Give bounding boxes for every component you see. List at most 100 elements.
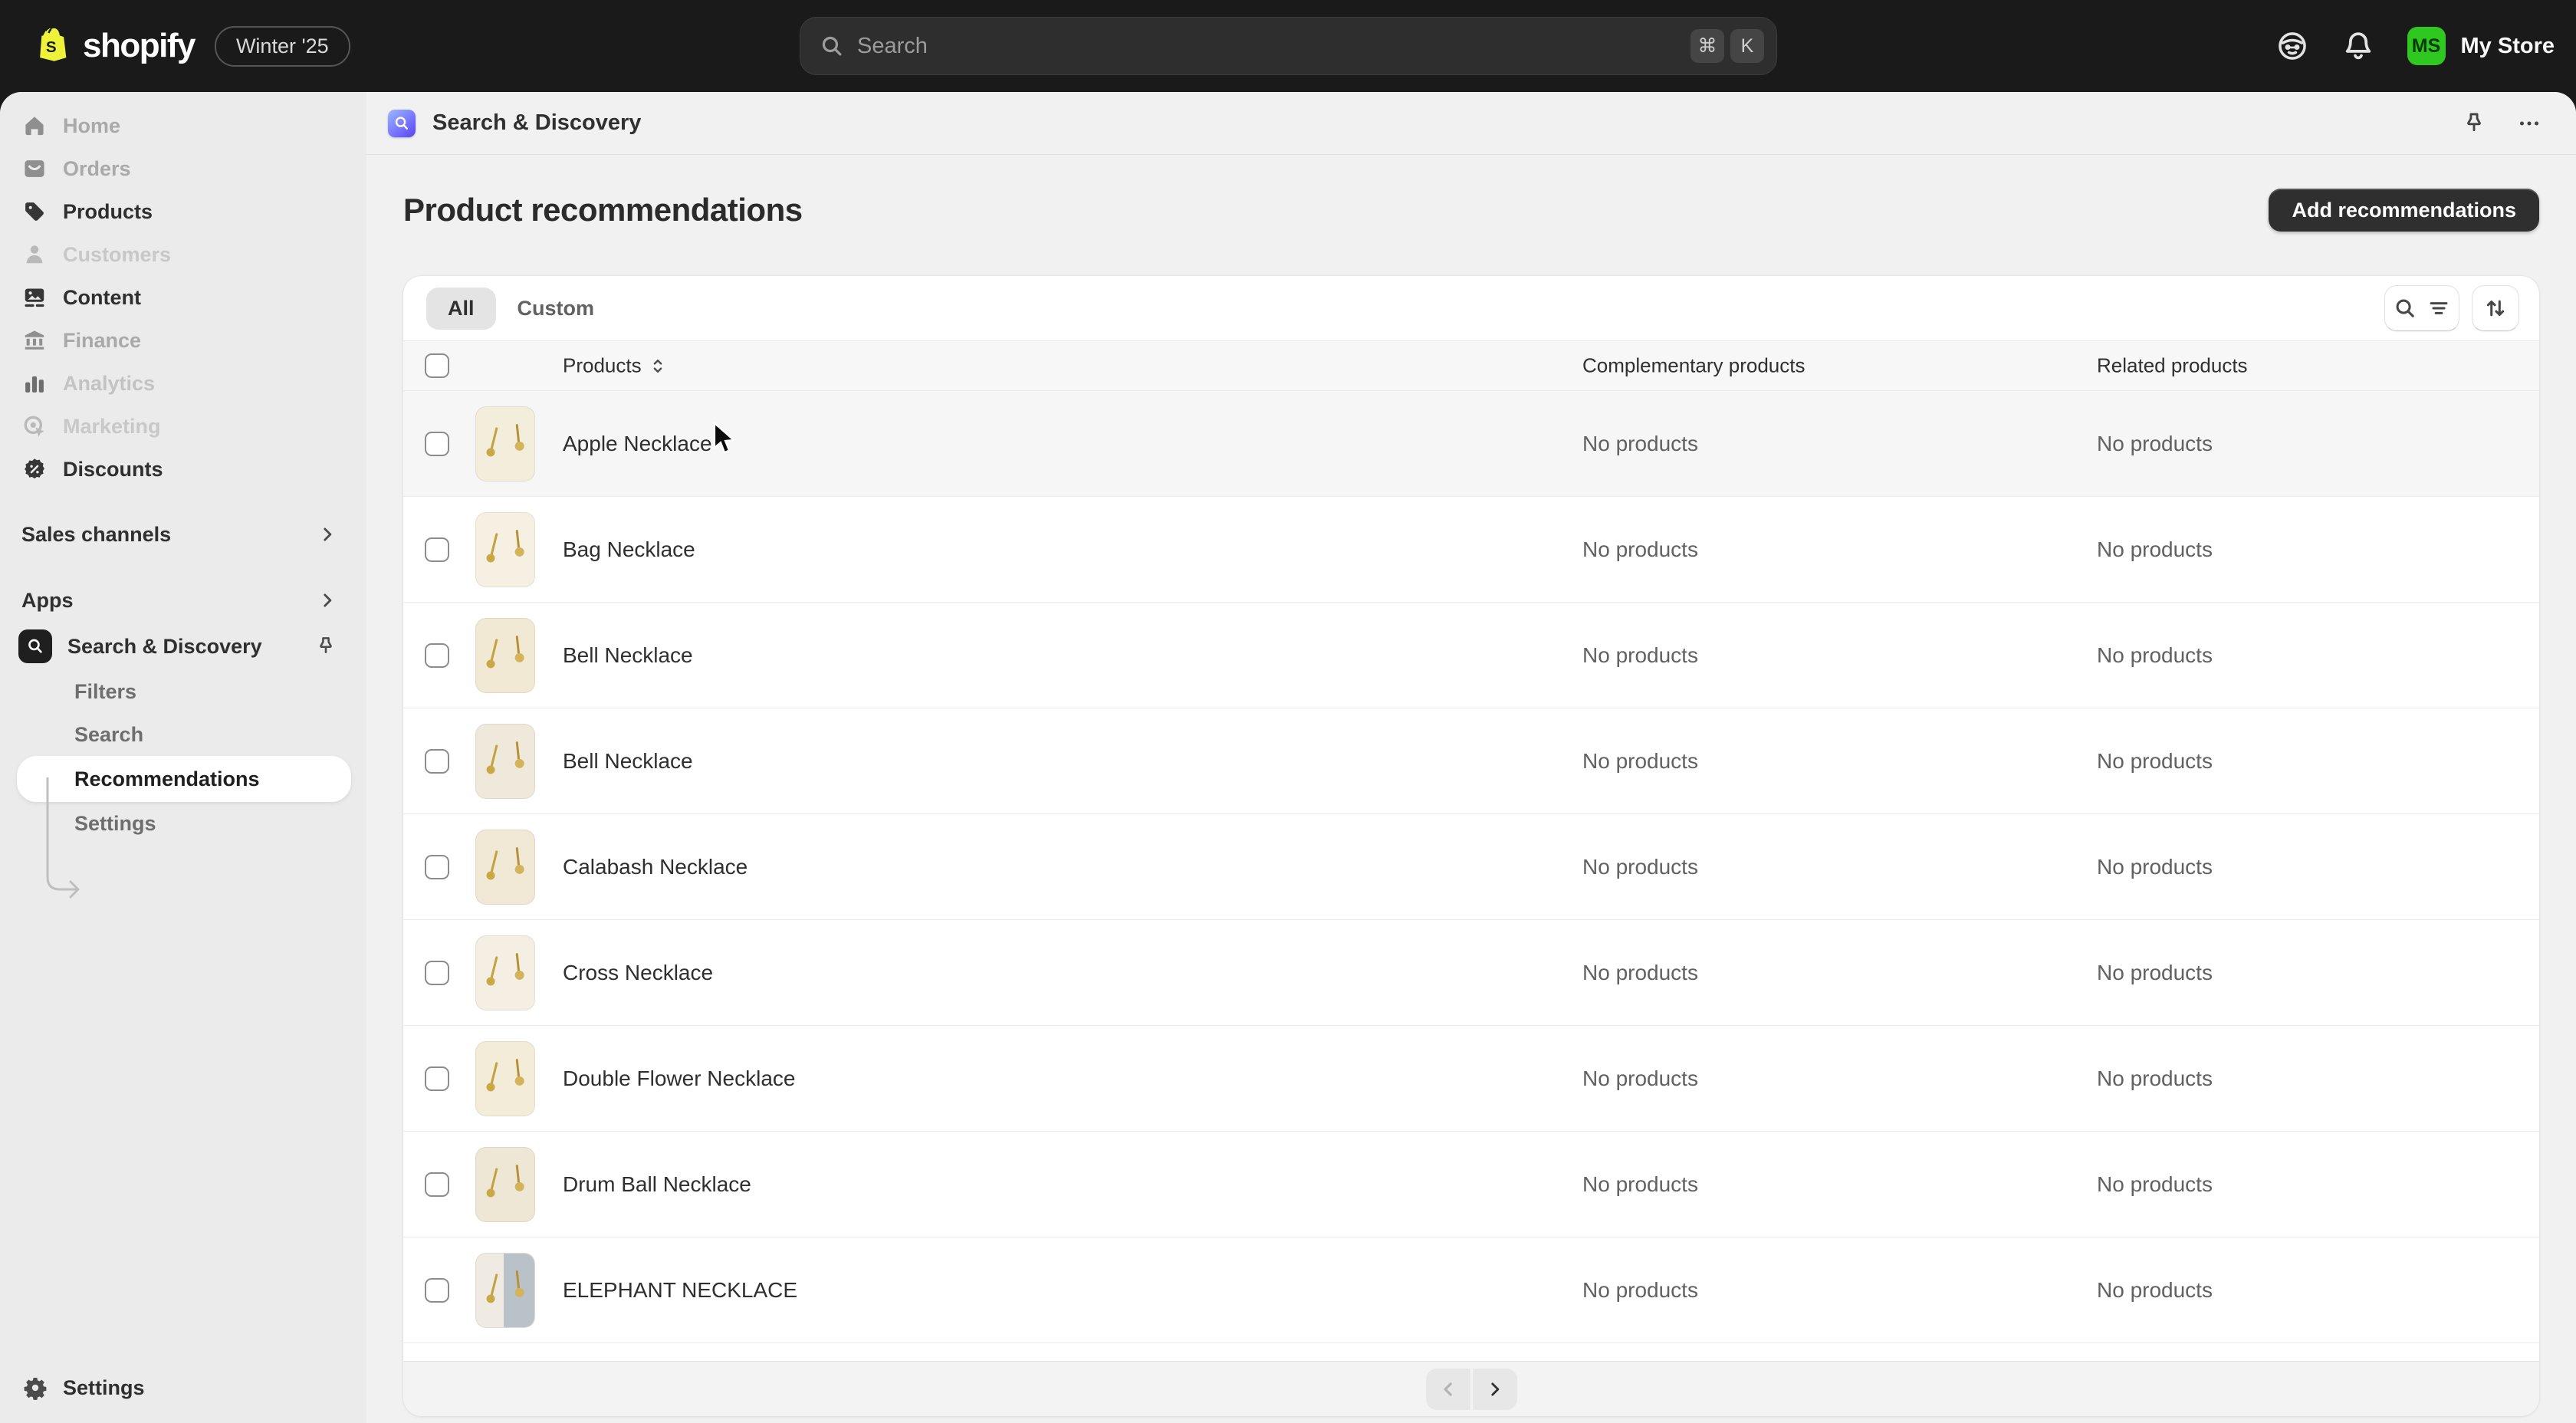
complementary-products-value: No products bbox=[1582, 1066, 1698, 1090]
row-checkbox[interactable] bbox=[425, 537, 449, 562]
table-row[interactable]: ELEPHANT NECKLACE No products No products bbox=[403, 1237, 2539, 1343]
store-avatar[interactable]: MS bbox=[2407, 27, 2446, 65]
assistant-icon[interactable] bbox=[2275, 29, 2309, 63]
row-checkbox[interactable] bbox=[425, 748, 449, 774]
subnav-item-search[interactable]: Search bbox=[0, 713, 366, 756]
row-checkbox[interactable] bbox=[425, 642, 449, 668]
chevron-right-icon bbox=[317, 524, 337, 544]
app-header: Search & Discovery bbox=[366, 92, 2576, 155]
table-row[interactable]: Apple Necklace No products No products bbox=[403, 391, 2539, 497]
product-name[interactable]: Bell Necklace bbox=[563, 749, 693, 774]
row-checkbox[interactable] bbox=[425, 854, 449, 879]
related-products-value: No products bbox=[2097, 431, 2213, 455]
product-thumbnail bbox=[475, 829, 535, 905]
sidebar-item-products[interactable]: Products bbox=[0, 190, 366, 233]
main-nav: Home Orders Products Customers Content Financ… bbox=[0, 104, 366, 491]
product-thumbnail bbox=[475, 511, 535, 587]
prev-page-button[interactable] bbox=[1425, 1368, 1470, 1410]
add-recommendations-button[interactable]: Add recommendations bbox=[2269, 189, 2539, 232]
store-name[interactable]: My Store bbox=[2461, 34, 2555, 59]
gear-icon bbox=[23, 1375, 48, 1400]
global-search-input[interactable]: Search ⌘ K bbox=[800, 17, 1777, 75]
table-row[interactable]: Double Flower Necklace No products No prod… bbox=[403, 1026, 2539, 1132]
column-products[interactable]: Products bbox=[563, 354, 668, 378]
sidebar-item-customers[interactable]: Customers bbox=[0, 233, 366, 276]
sort-button[interactable] bbox=[2472, 285, 2519, 331]
search-icon bbox=[2393, 296, 2417, 320]
related-products-value: No products bbox=[2097, 854, 2213, 879]
product-thumbnail bbox=[475, 935, 535, 1011]
sidebar-item-analytics[interactable]: Analytics bbox=[0, 362, 366, 405]
sidebar-item-home[interactable]: Home bbox=[0, 104, 366, 147]
product-thumbnail bbox=[475, 617, 535, 693]
product-name[interactable]: Double Flower Necklace bbox=[563, 1066, 795, 1091]
product-name[interactable]: Bell Necklace bbox=[563, 643, 693, 668]
pin-icon[interactable] bbox=[2461, 110, 2487, 136]
analytics-icon bbox=[21, 370, 48, 396]
select-all-checkbox[interactable] bbox=[425, 353, 449, 378]
table-row[interactable]: Drum Ball Necklace No products No products bbox=[403, 1132, 2539, 1237]
topbar: S shopify Winter '25 Search ⌘ K MS My St… bbox=[0, 0, 2576, 92]
products-icon bbox=[21, 199, 48, 225]
product-thumbnail bbox=[475, 406, 535, 481]
sidebar-item-sales-channels[interactable]: Sales channels bbox=[0, 512, 366, 557]
product-name[interactable]: Cross Necklace bbox=[563, 961, 713, 985]
next-page-button[interactable] bbox=[1472, 1368, 1517, 1410]
content-icon bbox=[21, 284, 48, 311]
table-row[interactable]: Cross Necklace No products No products bbox=[403, 920, 2539, 1026]
sidebar-app-search-discovery[interactable]: Search & Discovery bbox=[0, 623, 366, 670]
table-row[interactable]: Bag Necklace No products No products bbox=[403, 497, 2539, 603]
complementary-products-value: No products bbox=[1582, 854, 1698, 879]
shopify-logo[interactable]: S shopify bbox=[31, 24, 196, 68]
complementary-products-value: No products bbox=[1582, 431, 1698, 455]
complementary-products-value: No products bbox=[1582, 537, 1698, 561]
chevron-left-icon bbox=[1438, 1379, 1458, 1399]
home-icon bbox=[21, 113, 48, 139]
subnav-item-recommendations[interactable]: Recommendations bbox=[17, 756, 351, 802]
column-related: Related products bbox=[2097, 353, 2248, 377]
tab-all[interactable]: All bbox=[426, 287, 496, 330]
sidebar-item-content[interactable]: Content bbox=[0, 276, 366, 319]
row-checkbox[interactable] bbox=[425, 1066, 449, 1091]
main-content: Search & Discovery Product recommendatio… bbox=[366, 92, 2576, 1423]
row-checkbox[interactable] bbox=[425, 960, 449, 985]
orders-icon bbox=[21, 156, 48, 182]
search-filter-button[interactable] bbox=[2384, 285, 2459, 331]
sidebar-item-finance[interactable]: Finance bbox=[0, 319, 366, 362]
product-name[interactable]: ELEPHANT NECKLACE bbox=[563, 1278, 797, 1303]
product-name[interactable]: Apple Necklace bbox=[563, 432, 712, 456]
tab-custom[interactable]: Custom bbox=[496, 288, 616, 330]
app-subnav: Filters Search Recommendations Settings bbox=[0, 670, 366, 845]
product-name[interactable]: Bag Necklace bbox=[563, 537, 695, 562]
sort-icon bbox=[2483, 296, 2508, 320]
row-checkbox[interactable] bbox=[425, 1172, 449, 1197]
table-row[interactable]: Calabash Necklace No products No products bbox=[403, 814, 2539, 920]
sidebar-item-marketing[interactable]: Marketing bbox=[0, 405, 366, 448]
product-name[interactable]: Calabash Necklace bbox=[563, 855, 748, 879]
sidebar-item-orders[interactable]: Orders bbox=[0, 147, 366, 190]
pin-icon[interactable] bbox=[314, 635, 337, 658]
table-row[interactable]: Bell Necklace No products No products bbox=[403, 708, 2539, 814]
sidebar-item-discounts[interactable]: Discounts bbox=[0, 448, 366, 491]
table-footer bbox=[403, 1361, 2539, 1416]
sidebar-item-apps[interactable]: Apps bbox=[0, 578, 366, 623]
product-thumbnail bbox=[475, 1146, 535, 1222]
svg-text:S: S bbox=[46, 38, 57, 56]
edition-badge[interactable]: Winter '25 bbox=[214, 25, 350, 67]
table-row[interactable]: Bell Necklace No products No products bbox=[403, 603, 2539, 708]
sidebar: Home Orders Products Customers Content Financ… bbox=[0, 92, 366, 1423]
related-products-value: No products bbox=[2097, 1172, 2213, 1196]
table-header: Products Complementary products Related … bbox=[403, 340, 2539, 391]
magnifier-app-icon bbox=[18, 629, 52, 663]
kbd-cmd: ⌘ bbox=[1691, 29, 1724, 63]
bell-icon[interactable] bbox=[2341, 29, 2375, 63]
sidebar-item-settings[interactable]: Settings bbox=[0, 1352, 366, 1423]
subnav-item-filters[interactable]: Filters bbox=[0, 670, 366, 713]
complementary-products-value: No products bbox=[1582, 1172, 1698, 1196]
row-checkbox[interactable] bbox=[425, 431, 449, 456]
related-products-value: No products bbox=[2097, 960, 2213, 984]
subnav-item-settings[interactable]: Settings bbox=[0, 802, 366, 845]
row-checkbox[interactable] bbox=[425, 1277, 449, 1303]
ellipsis-icon[interactable] bbox=[2516, 110, 2542, 136]
product-name[interactable]: Drum Ball Necklace bbox=[563, 1172, 751, 1197]
